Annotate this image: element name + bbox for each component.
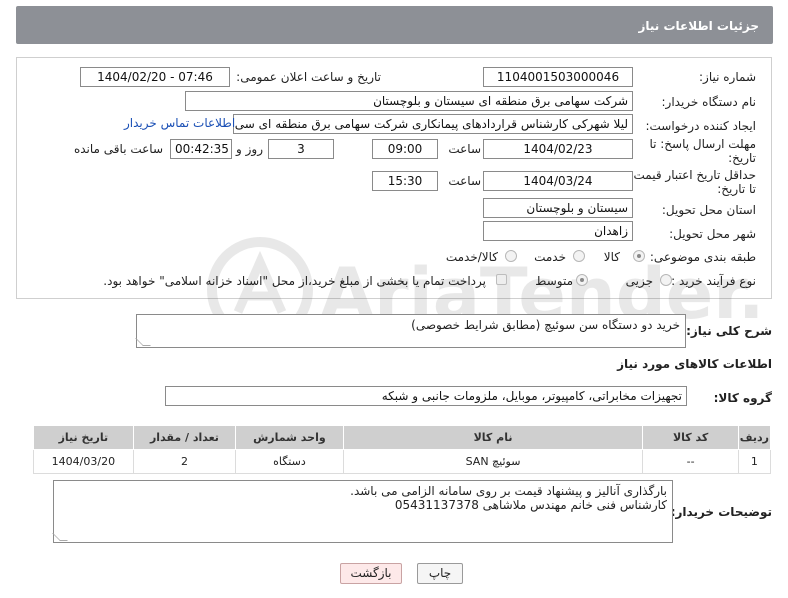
treasury-checkbox[interactable] bbox=[496, 274, 507, 285]
deadline-time-field: 09:00 bbox=[372, 139, 438, 159]
goods-group-field: تجهیزات مخابراتی، کامپیوتر، موبایل، ملزو… bbox=[165, 386, 687, 406]
announce-label: تاریخ و ساعت اعلان عمومی: bbox=[236, 70, 381, 84]
description-text: خرید دو دستگاه سن سوئیچ (مطابق شرایط خصو… bbox=[411, 318, 680, 332]
buyer-org-field: شرکت سهامی برق منطقه ای سیستان و بلوچستا… bbox=[185, 91, 633, 111]
col-header-row: ردیف bbox=[737, 425, 772, 450]
buyer-notes-label: توضیحات خریدار: bbox=[670, 505, 772, 519]
buyer-org-label: نام دستگاه خریدار: bbox=[661, 95, 757, 109]
category-option-service: خدمت bbox=[534, 250, 566, 264]
description-textarea[interactable]: خرید دو دستگاه سن سوئیچ (مطابق شرایط خصو… bbox=[135, 314, 686, 348]
category-label: طبقه بندی موضوعی: bbox=[649, 250, 756, 264]
cell-qty: 2 bbox=[132, 449, 237, 474]
category-option-both: کالا/خدمت bbox=[445, 250, 498, 264]
days-field: 3 bbox=[268, 139, 334, 159]
process-option-medium: متوسط bbox=[535, 274, 573, 288]
resize-handle-icon[interactable] bbox=[135, 338, 151, 346]
creator-label: ایجاد کننده درخواست: bbox=[645, 119, 756, 133]
header-bar: جزئیات اطلاعات نیاز bbox=[16, 6, 773, 44]
category-radio-both[interactable] bbox=[505, 250, 517, 262]
days-label: روز و bbox=[236, 142, 263, 156]
category-radio-service[interactable] bbox=[573, 250, 585, 262]
process-radio-minor[interactable] bbox=[660, 274, 672, 286]
table-header-row: ردیف کد کالا نام کالا واحد شمارش تعداد /… bbox=[33, 425, 772, 450]
city-field: زاهدان bbox=[483, 221, 633, 241]
resize-handle-icon[interactable] bbox=[52, 533, 68, 541]
validity-date-field: 1404/03/24 bbox=[483, 171, 633, 191]
buyer-contact-link[interactable]: اطلاعات تماس خریدار bbox=[124, 116, 235, 130]
need-number-field: 1104001503000046 bbox=[483, 67, 633, 87]
cell-code: -- bbox=[642, 449, 739, 474]
cell-unit: دستگاه bbox=[235, 449, 344, 474]
payment-note: پرداخت تمام یا بخشی از مبلغ خرید،از محل … bbox=[103, 274, 486, 288]
remaining-time-field: 00:42:35 bbox=[170, 139, 232, 159]
validity-label-date: تا تاریخ: bbox=[717, 182, 756, 196]
buyer-notes-textarea[interactable]: بارگذاری آنالیز و پیشنهاد قیمت بر روی سا… bbox=[52, 480, 673, 543]
province-field: سیستان و بلوچستان bbox=[483, 198, 633, 218]
creator-field: لیلا شهرکی کارشناس قراردادهای پیمانکاری … bbox=[233, 114, 633, 134]
validity-label: حداقل تاریخ اعتبار قیمت: bbox=[629, 168, 756, 182]
deadline-date-field: 1404/02/23 bbox=[483, 139, 633, 159]
col-header-unit: واحد شمارش bbox=[235, 425, 344, 450]
process-label: نوع فرآیند خرید : bbox=[671, 274, 756, 288]
buyer-notes-line-2: کارشناس فنی خانم مهندس ملاشاهی 054311373… bbox=[394, 498, 667, 512]
category-option-goods: کالا bbox=[603, 250, 620, 264]
category-radio-goods[interactable] bbox=[633, 250, 645, 262]
goods-table: ردیف کد کالا نام کالا واحد شمارش تعداد /… bbox=[33, 425, 772, 474]
goods-info-title: اطلاعات کالاهای مورد نیاز bbox=[617, 357, 772, 371]
col-header-date: تاریخ نیاز bbox=[33, 425, 134, 450]
cell-name: سوئیچ SAN bbox=[342, 449, 644, 474]
col-header-name: نام کالا bbox=[342, 425, 644, 450]
announce-datetime-field: 1404/02/20 - 07:46 bbox=[80, 67, 230, 87]
description-label: شرح کلی نیاز: bbox=[686, 324, 772, 338]
cell-date: 1404/03/20 bbox=[33, 449, 134, 474]
table-row: 1 -- سوئیچ SAN دستگاه 2 1404/03/20 bbox=[33, 449, 772, 474]
process-radio-medium[interactable] bbox=[576, 274, 588, 286]
goods-group-label: گروه کالا: bbox=[713, 391, 772, 405]
validity-time-label: ساعت bbox=[448, 174, 481, 188]
province-label: استان محل تحویل: bbox=[661, 203, 756, 217]
page-title: جزئیات اطلاعات نیاز bbox=[638, 19, 759, 33]
back-button[interactable]: بازگشت bbox=[340, 563, 402, 584]
deadline-label: مهلت ارسال پاسخ: تا bbox=[649, 137, 756, 151]
print-button[interactable]: چاپ bbox=[417, 563, 463, 584]
cell-row: 1 bbox=[737, 449, 772, 474]
validity-time-field: 15:30 bbox=[372, 171, 438, 191]
buyer-notes-line-1: بارگذاری آنالیز و پیشنهاد قیمت بر روی سا… bbox=[350, 484, 667, 498]
process-option-minor: جزیی bbox=[625, 274, 653, 288]
col-header-qty: تعداد / مقدار bbox=[132, 425, 237, 450]
remaining-label: ساعت باقی مانده bbox=[73, 142, 163, 156]
deadline-time-label: ساعت bbox=[448, 142, 481, 156]
need-number-label: شماره نیاز: bbox=[699, 70, 756, 84]
deadline-label-date: تاریخ: bbox=[728, 151, 756, 165]
col-header-code: کد کالا bbox=[642, 425, 739, 450]
city-label: شهر محل تحویل: bbox=[669, 227, 756, 241]
